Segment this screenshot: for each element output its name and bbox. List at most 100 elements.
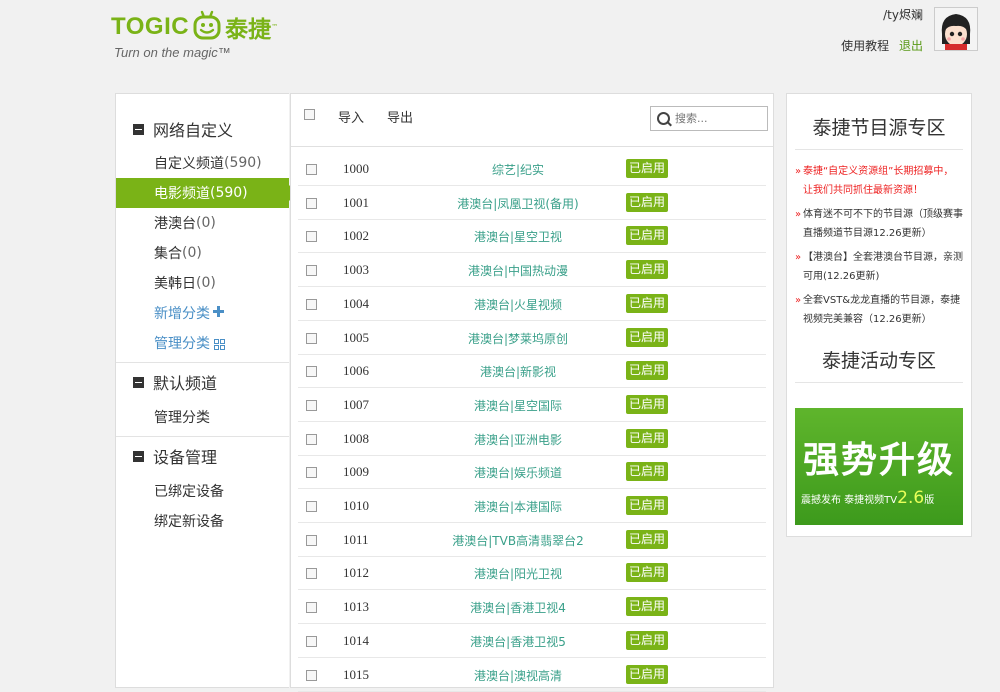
sidebar-item-manage-category[interactable]: 管理分类 — [116, 402, 289, 432]
news-item[interactable]: 全套VST&龙龙直播的节目源，泰捷视频完美兼容（12.26更新） — [795, 291, 963, 329]
sidebar-item-label: 港澳台 — [154, 216, 196, 232]
row-checkbox[interactable] — [306, 534, 317, 546]
news-item[interactable]: 【港澳台】全套港澳台节目源，亲测可用(12.26更新) — [795, 248, 963, 286]
row-checkbox[interactable] — [306, 467, 317, 479]
status-badge[interactable]: 已启用 — [626, 192, 668, 212]
row-checkbox[interactable] — [306, 332, 317, 344]
sidebar-item-hk-macau-tw[interactable]: 港澳台 (0) — [116, 208, 289, 238]
add-category-link[interactable]: 新增分类 — [116, 298, 289, 328]
collapse-icon[interactable] — [133, 450, 144, 462]
channel-id: 1007 — [343, 396, 369, 412]
channel-id: 1001 — [343, 194, 369, 210]
channel-name-link[interactable]: 港澳台|中国热动漫 — [403, 262, 633, 279]
table-row: 1010 港澳台|本港国际 已启用 — [291, 490, 773, 523]
sidebar-item-bind-new-device[interactable]: 绑定新设备 — [116, 506, 289, 536]
collapse-icon[interactable] — [133, 376, 144, 388]
sidebar-item-us-kr-jp[interactable]: 美韩日 (0) — [116, 268, 289, 298]
search-icon[interactable] — [657, 112, 670, 125]
row-checkbox[interactable] — [306, 164, 317, 175]
collapse-icon[interactable] — [133, 123, 144, 135]
channel-name-link[interactable]: 港澳台|火星视频 — [403, 296, 633, 313]
status-badge[interactable]: 已启用 — [626, 394, 668, 414]
row-checkbox[interactable] — [306, 366, 317, 378]
channel-name-link[interactable]: 港澳台|本港国际 — [403, 498, 633, 515]
group-network-custom[interactable]: 网络自定义 — [116, 110, 289, 148]
channel-id: 1002 — [343, 228, 369, 244]
import-button[interactable]: 导入 — [338, 107, 364, 126]
status-badge[interactable]: 已启用 — [626, 496, 668, 515]
manage-category-link[interactable]: 管理分类 — [116, 328, 289, 358]
promo-banner[interactable]: 强势升级 震撼发布 泰捷视频TV2.6版 — [795, 408, 963, 525]
logo-trademark: ™ — [271, 23, 279, 31]
status-badge[interactable]: 已启用 — [626, 293, 668, 313]
status-badge[interactable]: 已启用 — [626, 260, 668, 280]
export-button[interactable]: 导出 — [387, 107, 413, 126]
sidebar-item-collection[interactable]: 集合 (0) — [116, 238, 289, 268]
right-panel: 泰捷节目源专区 泰捷“自定义资源组”长期招募中，让我们共同抓住最新资源！ 体育迷… — [786, 93, 972, 537]
row-checkbox[interactable] — [306, 635, 317, 647]
select-all-checkbox[interactable] — [304, 109, 315, 120]
channel-name-link[interactable]: 港澳台|星空国际 — [403, 397, 633, 414]
row-checkbox[interactable] — [306, 265, 317, 277]
status-badge[interactable]: 已启用 — [626, 563, 668, 583]
user-name: /ty烬斓 — [883, 8, 923, 22]
logout-link[interactable]: 退出 — [899, 39, 923, 53]
table-row: 1015 港澳台|澳视高清 已启用 — [291, 659, 773, 692]
channel-name-link[interactable]: 港澳台|香港卫视4 — [403, 599, 633, 616]
status-badge[interactable]: 已启用 — [626, 630, 668, 650]
source-zone-title: 泰捷节目源专区 — [812, 117, 946, 139]
row-checkbox[interactable] — [306, 433, 317, 445]
channel-name-link[interactable]: 港澳台|香港卫视5 — [403, 633, 633, 650]
channel-name-link[interactable]: 港澳台|澳视高清 — [403, 667, 633, 684]
sidebar-item-custom-channel[interactable]: 自定义频道 (590) — [116, 148, 289, 178]
row-checkbox[interactable] — [306, 231, 317, 243]
row-checkbox[interactable] — [306, 501, 317, 512]
status-badge[interactable]: 已启用 — [626, 597, 668, 617]
status-badge[interactable]: 已启用 — [626, 664, 668, 684]
tutorial-link[interactable]: 使用教程 — [841, 39, 889, 53]
channel-name-link[interactable]: 港澳台|凤凰卫视(备用) — [403, 195, 633, 212]
table-row: 1008 港澳台|亚洲电影 已启用 — [291, 423, 773, 456]
search-input[interactable] — [675, 110, 763, 127]
group-default-channel[interactable]: 默认频道 — [116, 363, 289, 401]
row-divider — [298, 690, 766, 692]
row-checkbox[interactable] — [306, 568, 317, 580]
row-checkbox[interactable] — [306, 399, 317, 411]
promo-subline: 震撼发布 泰捷视频TV2.6版 — [801, 488, 959, 508]
sidebar-item-bound-devices[interactable]: 已绑定设备 — [116, 476, 289, 506]
table-row: 1000 综艺|纪实 已启用 — [291, 153, 773, 186]
channel-name-link[interactable]: 港澳台|亚洲电影 — [403, 431, 633, 448]
news-item[interactable]: 泰捷“自定义资源组”长期招募中，让我们共同抓住最新资源！ — [795, 162, 963, 200]
sidebar-item-movie-channel[interactable]: 电影频道 (590) — [116, 178, 297, 208]
status-badge[interactable]: 已启用 — [626, 529, 668, 549]
smiley-logo-icon — [192, 10, 222, 44]
channel-id: 1009 — [343, 464, 369, 480]
channel-name-link[interactable]: 港澳台|梦莱坞原创 — [403, 330, 633, 347]
status-badge[interactable]: 已启用 — [626, 226, 668, 246]
channel-name-link[interactable]: 港澳台|TVB高清翡翠台2 — [403, 532, 633, 549]
channel-name-link[interactable]: 港澳台|阳光卫视 — [403, 565, 633, 582]
channel-name-link[interactable]: 港澳台|星空卫视 — [403, 228, 633, 245]
logo[interactable]: TOGIC 泰捷 ™ Turn on the magic™ — [111, 10, 278, 60]
row-checkbox[interactable] — [306, 197, 317, 209]
status-badge[interactable]: 已启用 — [626, 462, 668, 482]
activity-zone-title: 泰捷活动专区 — [821, 350, 936, 372]
row-checkbox[interactable] — [306, 669, 317, 681]
sidebar-item-label: 绑定新设备 — [154, 514, 224, 530]
channel-name-link[interactable]: 港澳台|新影视 — [403, 363, 633, 380]
status-badge[interactable]: 已启用 — [626, 361, 668, 381]
group-device-management[interactable]: 设备管理 — [116, 437, 289, 475]
channel-name-link[interactable]: 港澳台|娱乐频道 — [403, 464, 633, 481]
row-checkbox[interactable] — [306, 298, 317, 310]
status-badge[interactable]: 已启用 — [626, 159, 668, 178]
avatar[interactable] — [934, 7, 978, 51]
news-item[interactable]: 体育迷不可不下的节目源（顶级赛事直播频道节目源12.26更新） — [795, 205, 963, 243]
avatar-face-icon — [935, 8, 977, 50]
table-row: 1005 港澳台|梦莱坞原创 已启用 — [291, 322, 773, 355]
status-badge[interactable]: 已启用 — [626, 327, 668, 347]
promo-headline: 强势升级 — [802, 440, 955, 481]
channel-name-link[interactable]: 综艺|纪实 — [403, 161, 633, 178]
table-row: 1006 港澳台|新影视 已启用 — [291, 355, 773, 389]
row-checkbox[interactable] — [306, 602, 317, 614]
status-badge[interactable]: 已启用 — [626, 428, 668, 448]
